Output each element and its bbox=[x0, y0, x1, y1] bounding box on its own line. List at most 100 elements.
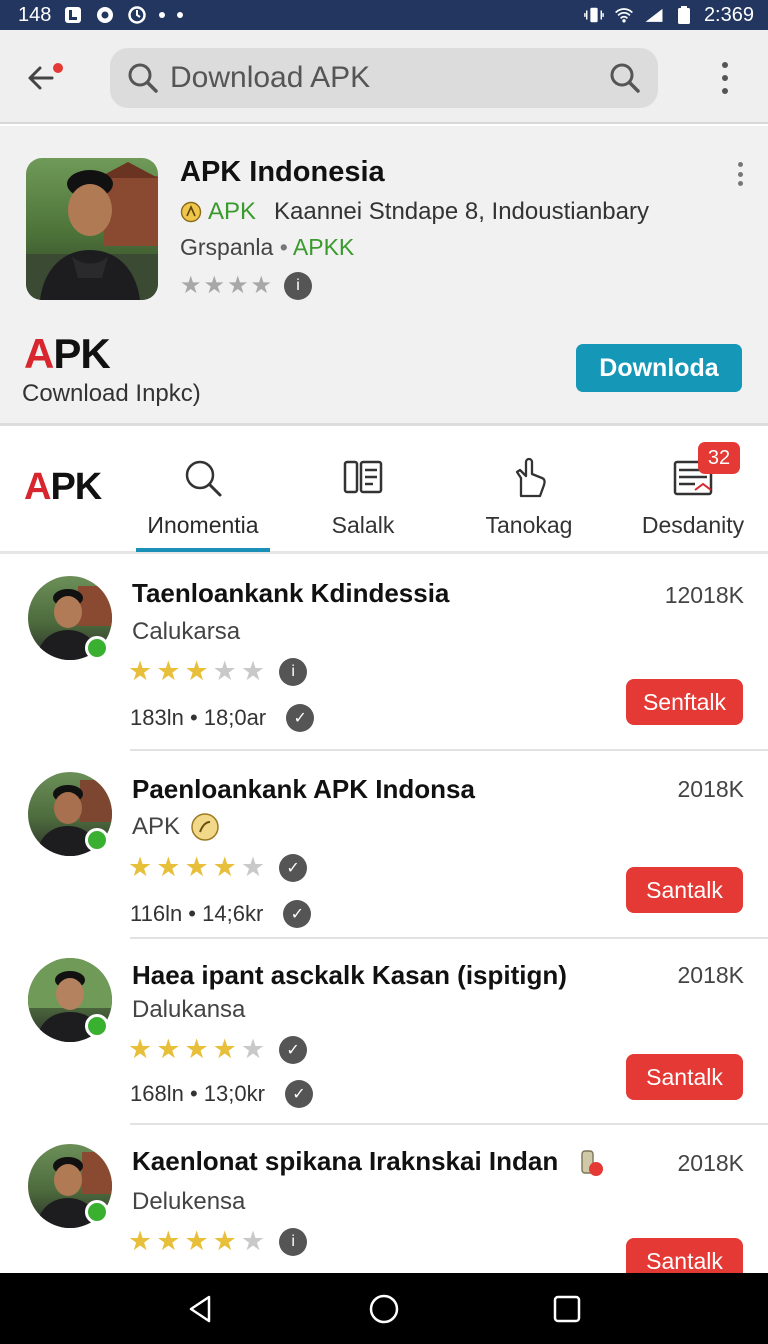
back-button[interactable] bbox=[22, 58, 70, 98]
app-size: 2018K bbox=[677, 776, 744, 802]
star-icon: ★ bbox=[156, 1034, 181, 1064]
tab-label: Desdanity bbox=[641, 512, 745, 538]
system-navigation-bar bbox=[0, 1273, 768, 1344]
featured-app-card[interactable]: APK Indonesia APK Kaannei Stndape 8, Ind… bbox=[0, 126, 768, 426]
info-icon[interactable]: i bbox=[284, 271, 313, 300]
list-item[interactable]: Haea ipant asckalk Kasan (ispitign) 2018… bbox=[0, 940, 768, 1125]
notification-dot-icon bbox=[159, 12, 166, 18]
active-tab-indicator bbox=[136, 548, 270, 552]
notification-dot-icon bbox=[177, 12, 184, 18]
app-developer: Dalukansa bbox=[132, 996, 246, 1023]
search-input[interactable]: Download APK bbox=[170, 61, 608, 95]
app-rating: ★ ★ ★ ★ ★ i bbox=[128, 656, 308, 687]
app-rating: ★ ★ ★ ★ i bbox=[180, 271, 313, 300]
check-icon[interactable]: ✓ bbox=[279, 853, 308, 882]
badge-icon bbox=[191, 813, 219, 841]
circle-home-icon bbox=[369, 1294, 399, 1323]
app-notification-icon bbox=[63, 5, 83, 25]
star-icon: ★ bbox=[184, 852, 209, 882]
tab-tanokag[interactable]: Tanokag bbox=[474, 456, 584, 550]
vibrate-icon bbox=[584, 5, 604, 25]
app-action-button[interactable]: Santalk bbox=[626, 1054, 743, 1100]
clock-notification-icon bbox=[127, 5, 147, 25]
tab-label: Tanokag bbox=[485, 512, 573, 538]
online-status-indicator bbox=[85, 636, 109, 660]
divider bbox=[130, 1123, 768, 1125]
hand-icon bbox=[515, 457, 546, 498]
list-icon bbox=[343, 460, 383, 494]
star-icon: ★ bbox=[128, 852, 153, 882]
star-icon: ★ bbox=[184, 1226, 209, 1256]
star-icon: ★ bbox=[212, 656, 237, 686]
more-vert-icon bbox=[722, 61, 728, 68]
star-icon: ★ bbox=[212, 1034, 237, 1064]
battery-icon bbox=[674, 5, 694, 25]
online-status-indicator bbox=[85, 1200, 109, 1224]
square-recents-icon bbox=[553, 1295, 580, 1322]
divider bbox=[130, 937, 768, 939]
list-item[interactable]: Kaenlonat spikana Iraknskai Indan 2018K … bbox=[0, 1126, 768, 1273]
star-icon: ★ bbox=[184, 1034, 209, 1064]
info-icon[interactable]: i bbox=[279, 657, 308, 686]
notification-badge: 32 bbox=[698, 442, 740, 474]
verified-icon: ✓ bbox=[284, 1080, 313, 1108]
star-icon: ★ bbox=[184, 656, 209, 686]
star-icon: ★ bbox=[156, 852, 181, 882]
star-icon: ★ bbox=[227, 272, 249, 299]
star-icon: ★ bbox=[240, 1034, 266, 1064]
app-developer: APK bbox=[132, 812, 220, 842]
star-icon: ★ bbox=[250, 272, 273, 299]
star-icon: ★ bbox=[212, 1226, 237, 1256]
app-developer: Calukarsa bbox=[132, 618, 241, 645]
app-stats: 168ln • 13;0kr ✓ bbox=[130, 1080, 313, 1108]
star-icon: ★ bbox=[128, 1226, 153, 1256]
status-clock: 2:369 bbox=[703, 3, 754, 26]
app-tag: APK bbox=[208, 198, 257, 225]
status-bar: 148 2:369 bbox=[0, 0, 768, 30]
more-vert-icon bbox=[737, 162, 743, 167]
app-rating: ★ ★ ★ ★ ★ ✓ bbox=[128, 1034, 308, 1065]
app-name: Paenloankank APK Indonsa bbox=[132, 774, 475, 804]
wifi-icon bbox=[614, 5, 634, 25]
app-action-button[interactable]: Senftalk bbox=[626, 679, 743, 725]
top-app-bar: Download APK bbox=[0, 30, 768, 124]
search-field[interactable]: Download APK bbox=[110, 48, 658, 108]
star-icon: ★ bbox=[240, 852, 266, 882]
info-icon[interactable]: i bbox=[279, 1227, 308, 1256]
star-icon: ★ bbox=[128, 1034, 153, 1064]
app-subtitle: Cownload Inpkс) bbox=[22, 380, 201, 407]
star-icon: ★ bbox=[128, 656, 153, 686]
list-item[interactable]: Taenloankank Kdindessia 12018K Calukarsa… bbox=[0, 560, 768, 751]
app-action-button[interactable]: Santalk bbox=[626, 867, 743, 913]
app-publisher-line: APK Kaannei Stndape 8, Indoustianbary bbox=[180, 198, 649, 226]
status-time-left: 148 bbox=[18, 3, 52, 26]
overflow-menu-button[interactable] bbox=[710, 58, 740, 98]
search-icon bbox=[185, 460, 222, 497]
star-icon: ★ bbox=[156, 1226, 181, 1256]
app-name: Haea ipant asckalk Kasan (ispitign) bbox=[132, 960, 567, 990]
app-icon-image bbox=[26, 158, 158, 300]
nav-home-button[interactable] bbox=[364, 1289, 404, 1329]
app-publisher: Kaannei Stndape 8, Indoustianbary bbox=[274, 198, 649, 225]
app-category: Grspanla bbox=[180, 234, 274, 260]
online-status-indicator bbox=[85, 828, 109, 852]
app-action-button[interactable]: Santalk bbox=[626, 1238, 743, 1273]
verified-icon: ✓ bbox=[286, 704, 315, 732]
publisher-badge-icon bbox=[180, 201, 202, 223]
category-tab-bar: APK Иnomentia Salalk Tanokag Desdanity 3… bbox=[0, 436, 768, 554]
search-icon bbox=[128, 63, 158, 93]
tab-nomentia[interactable]: Иnomentia bbox=[140, 456, 266, 550]
check-icon[interactable]: ✓ bbox=[279, 1035, 308, 1064]
list-item[interactable]: Paenloankank APK Indonsa 2018K APK ★ ★ ★ ★ ★… bbox=[0, 752, 768, 939]
search-submit-icon[interactable] bbox=[608, 61, 642, 95]
nav-back-button[interactable] bbox=[181, 1289, 221, 1329]
download-button[interactable]: Downloda bbox=[576, 344, 742, 392]
brand-logo: APK bbox=[24, 330, 111, 377]
card-overflow-button[interactable] bbox=[734, 162, 746, 186]
star-icon: ★ bbox=[203, 272, 226, 299]
triangle-back-icon bbox=[190, 1295, 211, 1322]
tab-brand-logo[interactable]: APK bbox=[24, 466, 102, 509]
online-status-indicator bbox=[85, 1014, 109, 1038]
tab-salalk[interactable]: Salalk bbox=[310, 456, 416, 550]
nav-recents-button[interactable] bbox=[547, 1289, 587, 1329]
